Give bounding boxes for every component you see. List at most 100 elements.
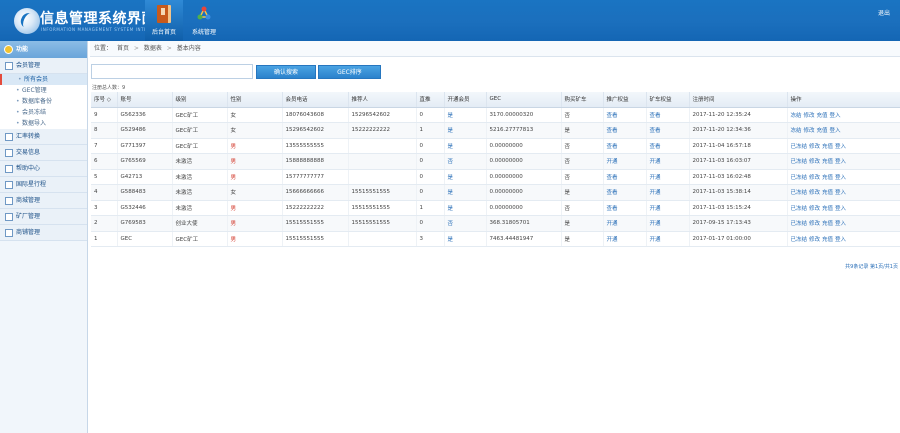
- row-action-link[interactable]: 充值: [822, 206, 833, 212]
- table-cell[interactable]: 开通: [646, 200, 690, 216]
- table-cell: 0: [416, 138, 445, 154]
- table-cell[interactable]: 是: [444, 122, 487, 139]
- row-action-link[interactable]: 充值: [822, 190, 833, 196]
- table-cell: [348, 231, 417, 247]
- table-cell: 15515551555: [348, 184, 417, 201]
- table-cell[interactable]: 查看: [603, 169, 647, 185]
- table-cell[interactable]: 查看: [646, 122, 690, 139]
- sidebar-group-help[interactable]: 帮助中心: [0, 161, 87, 177]
- table-cell: 15666666666: [282, 184, 349, 201]
- table-cell[interactable]: 开通: [646, 169, 690, 185]
- table-cell: G765569: [117, 153, 173, 170]
- row-action-link[interactable]: 修改: [804, 113, 815, 119]
- row-action-link[interactable]: 已冻结: [791, 175, 808, 181]
- row-action-link[interactable]: 已冻结: [791, 206, 808, 212]
- row-action-link[interactable]: 充值: [822, 159, 833, 165]
- table-cell[interactable]: 是: [444, 169, 487, 185]
- search-button[interactable]: 确认搜索: [256, 65, 316, 79]
- row-action-link[interactable]: 登入: [830, 128, 841, 134]
- table-cell[interactable]: 是: [444, 231, 487, 247]
- row-action-link[interactable]: 修改: [809, 159, 820, 165]
- column-header[interactable]: 序号 ◇: [91, 92, 118, 108]
- sidebar-item-all-members[interactable]: 所有会员: [0, 74, 87, 85]
- row-action-link[interactable]: 已冻结: [791, 144, 808, 150]
- sidebar-group-mall[interactable]: 商城管理: [0, 193, 87, 209]
- table-cell[interactable]: 开通: [603, 215, 647, 232]
- row-action-link[interactable]: 已冻结: [791, 190, 808, 196]
- nav-system[interactable]: 系统管理: [185, 0, 223, 41]
- row-action-link[interactable]: 登入: [835, 175, 846, 181]
- table-cell[interactable]: 是: [444, 107, 487, 123]
- table-cell[interactable]: 查看: [603, 184, 647, 201]
- row-action-link[interactable]: 充值: [822, 175, 833, 181]
- row-action-link[interactable]: 充值: [817, 113, 828, 119]
- sidebar-group-exchange[interactable]: 汇率转换: [0, 129, 87, 145]
- row-action-link[interactable]: 充值: [822, 144, 833, 150]
- row-action-link[interactable]: 修改: [809, 144, 820, 150]
- table-cell: GEC矿工: [172, 122, 228, 139]
- table-cell: G529486: [117, 122, 173, 139]
- table-cell[interactable]: 查看: [646, 107, 690, 123]
- row-action-link[interactable]: 已冻结: [791, 221, 808, 227]
- table-cell[interactable]: 查看: [603, 107, 647, 123]
- table-cell[interactable]: 查看: [603, 200, 647, 216]
- row-action-link[interactable]: 登入: [835, 206, 846, 212]
- row-action-link[interactable]: 冻结: [791, 113, 802, 119]
- table-cell[interactable]: 开通: [646, 153, 690, 170]
- row-action-link[interactable]: 修改: [809, 237, 820, 243]
- table-cell: 否: [561, 107, 604, 123]
- sidebar-group-trade[interactable]: 交易信息: [0, 145, 87, 161]
- sidebar-group-mine[interactable]: 矿厂管理: [0, 209, 87, 225]
- folder-icon: [5, 197, 13, 205]
- sidebar-group-members[interactable]: 会员管理: [0, 58, 87, 74]
- breadcrumb-table[interactable]: 数据表: [144, 45, 162, 52]
- sidebar-item-freeze[interactable]: 会员冻结: [0, 107, 87, 118]
- table-cell[interactable]: 开通: [646, 215, 690, 232]
- table-cell: 15515551555: [348, 215, 417, 232]
- table-cell[interactable]: 否: [444, 153, 487, 170]
- row-action-link[interactable]: 冻结: [791, 128, 802, 134]
- table-cell[interactable]: 查看: [603, 122, 647, 139]
- logout-link[interactable]: 退出: [878, 8, 890, 17]
- row-actions: 已冻结 修改 充值 登入: [787, 138, 900, 154]
- table-cell[interactable]: 否: [444, 215, 487, 232]
- table-cell[interactable]: 查看: [646, 138, 690, 154]
- table-cell[interactable]: 开通: [646, 184, 690, 201]
- row-action-link[interactable]: 已冻结: [791, 237, 808, 243]
- table-cell[interactable]: 查看: [603, 138, 647, 154]
- row-action-link[interactable]: 修改: [809, 206, 820, 212]
- sidebar-group-shop[interactable]: 商铺管理: [0, 225, 87, 241]
- table-cell[interactable]: 开通: [603, 153, 647, 170]
- row-action-link[interactable]: 修改: [809, 175, 820, 181]
- row-action-link[interactable]: 修改: [804, 128, 815, 134]
- sidebar-item-gec[interactable]: GEC管理: [0, 85, 87, 96]
- table-cell[interactable]: 是: [444, 184, 487, 201]
- sidebar-item-import[interactable]: 数据导入: [0, 118, 87, 129]
- sidebar-item-backup[interactable]: 数据库备份: [0, 96, 87, 107]
- row-action-link[interactable]: 登入: [835, 237, 846, 243]
- row-action-link[interactable]: 登入: [835, 221, 846, 227]
- table-cell: 0.00000000: [486, 153, 562, 170]
- table-cell[interactable]: 是: [444, 138, 487, 154]
- search-input[interactable]: [91, 64, 253, 79]
- row-action-link[interactable]: 充值: [822, 221, 833, 227]
- row-action-link[interactable]: 充值: [817, 128, 828, 134]
- row-action-link[interactable]: 登入: [835, 190, 846, 196]
- table-cell[interactable]: 开通: [603, 231, 647, 247]
- table-cell[interactable]: 开通: [646, 231, 690, 247]
- row-action-link[interactable]: 已冻结: [791, 159, 808, 165]
- gec-sort-button[interactable]: GEC排序: [318, 65, 381, 79]
- table-cell: 否: [561, 169, 604, 185]
- nav-home[interactable]: 后台首页: [145, 0, 183, 41]
- table-cell[interactable]: 是: [444, 200, 487, 216]
- row-action-link[interactable]: 修改: [809, 190, 820, 196]
- sidebar-group-star[interactable]: 国际星行程: [0, 177, 87, 193]
- row-action-link[interactable]: 登入: [830, 113, 841, 119]
- pagination[interactable]: 共9条记录 第1页/共1页: [845, 263, 898, 270]
- table-cell: 未激活: [172, 169, 228, 185]
- row-action-link[interactable]: 登入: [835, 144, 846, 150]
- breadcrumb-home[interactable]: 首页: [117, 45, 129, 52]
- row-action-link[interactable]: 充值: [822, 237, 833, 243]
- row-action-link[interactable]: 修改: [809, 221, 820, 227]
- row-action-link[interactable]: 登入: [835, 159, 846, 165]
